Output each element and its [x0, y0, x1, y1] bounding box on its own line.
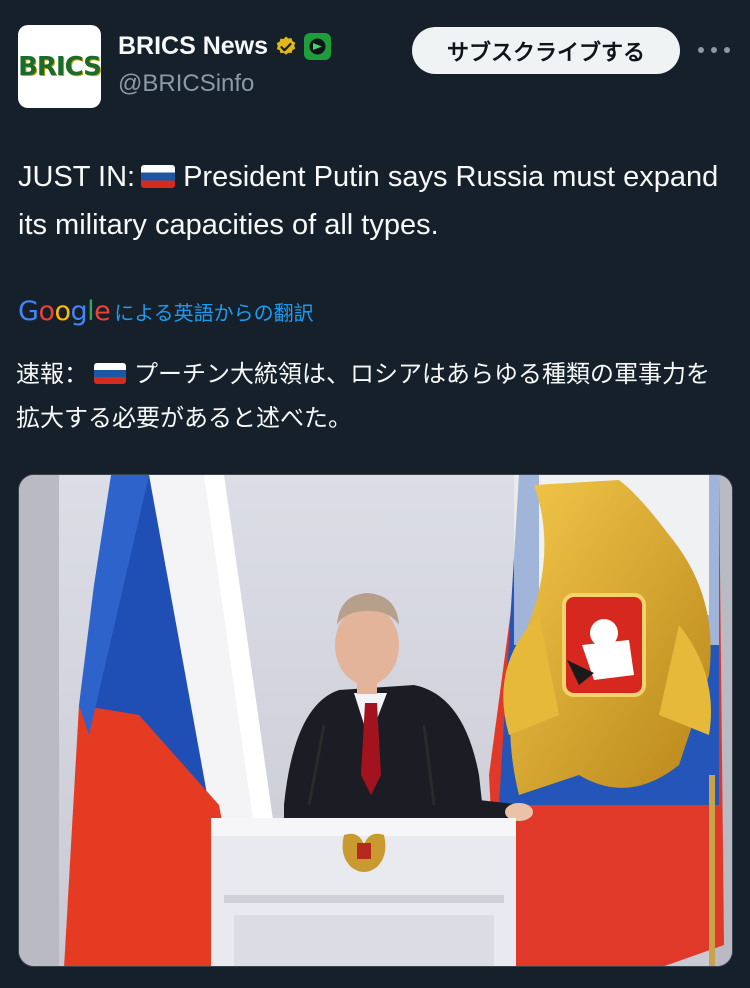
verified-badge-icon[interactable]: [274, 35, 298, 59]
display-name-row: BRICS News: [118, 32, 332, 61]
tweet-photo[interactable]: [18, 474, 733, 967]
affiliate-badge-icon[interactable]: [304, 33, 332, 60]
display-name[interactable]: BRICS News: [118, 32, 268, 61]
more-options-icon[interactable]: [698, 40, 730, 60]
russia-flag-icon: [94, 363, 126, 384]
subscribe-button[interactable]: サブスクライブする: [412, 27, 680, 74]
photo-illustration: [19, 475, 732, 966]
tweet-text: JUST IN: President Putin says Russia must…: [18, 153, 733, 249]
avatar-logo-text: BRICS: [18, 51, 101, 82]
translated-text-prefix: 速報：: [16, 360, 88, 388]
translated-text: 速報： プーチン大統領は、ロシアはあらゆる種類の軍事力を拡大する必要があると述べた…: [16, 352, 732, 440]
translation-attribution[interactable]: Google による英語からの翻訳: [18, 296, 314, 327]
translation-label[interactable]: による英語からの翻訳: [114, 297, 313, 326]
google-logo: Google: [18, 296, 111, 327]
account-handle[interactable]: @BRICSinfo: [118, 70, 254, 98]
tweet-text-prefix: JUST IN:: [18, 161, 136, 193]
russia-flag-icon: [141, 165, 176, 188]
avatar[interactable]: BRICS: [18, 25, 101, 108]
